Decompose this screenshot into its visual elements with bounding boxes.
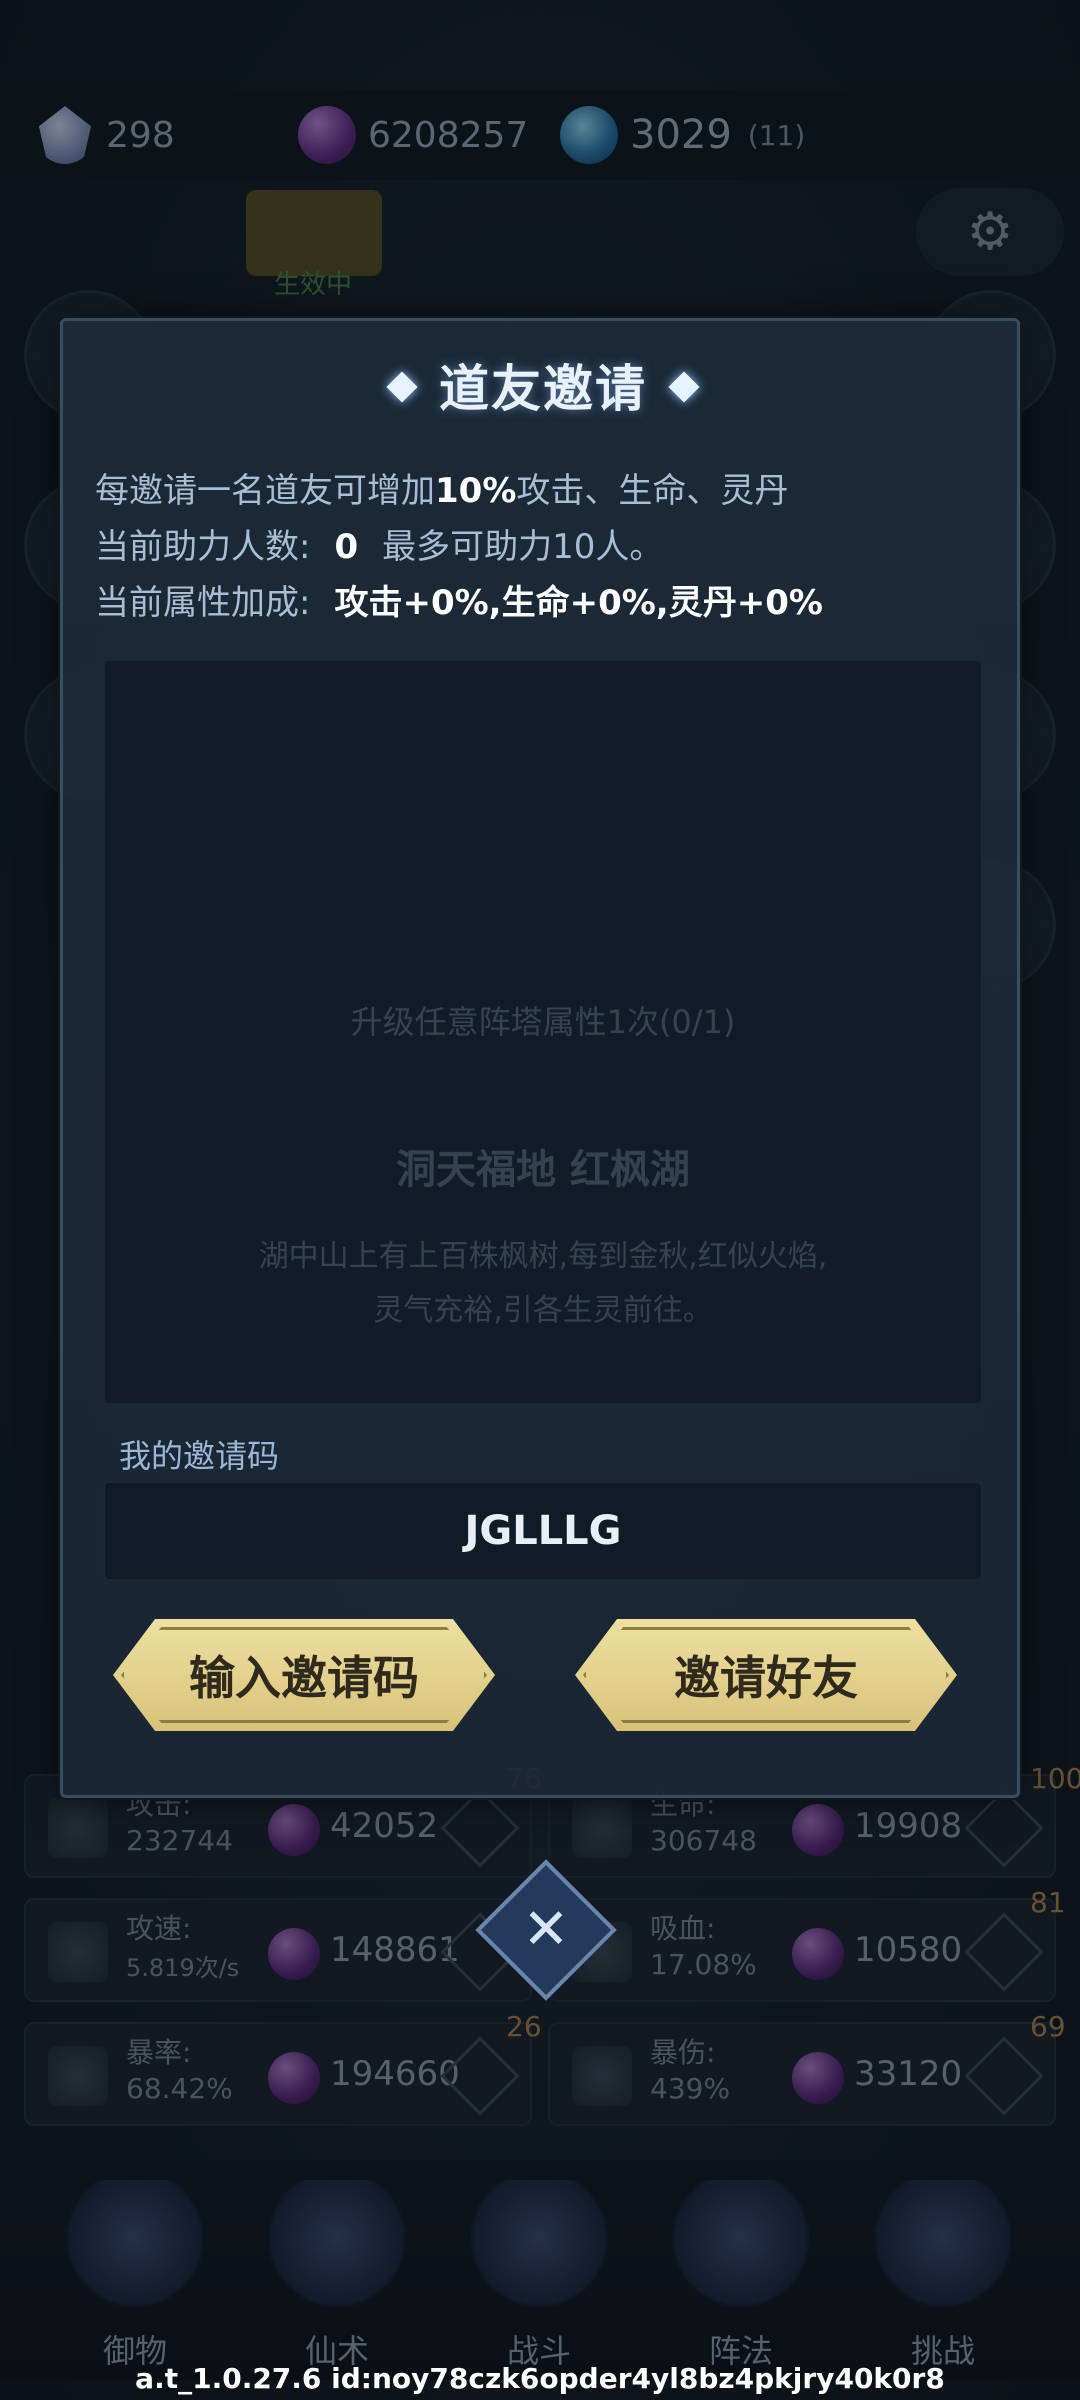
diamond-icon: [386, 370, 418, 403]
invite-content-panel: 升级任意阵塔属性1次(0/1) 洞天福地 红枫湖 湖中山上有上百株枫树,每到金秋…: [105, 661, 981, 1403]
current-bonus: 当前属性加成: 攻击+0%,生命+0%,灵丹+0%: [95, 583, 823, 623]
build-id-label: a.t_1.0.27.6 id:noy78czk6opder4yl8bz4pkj…: [135, 2362, 945, 2395]
invite-code-field[interactable]: JGLLLG: [103, 1481, 983, 1581]
invite-dialog: 道友邀请 每邀请一名道友可增加10%攻击、生命、灵丹 当前助力人数: 0 最多可助力…: [60, 318, 1020, 1798]
bonus-description: 每邀请一名道友可增加10%攻击、生命、灵丹: [95, 471, 789, 511]
invite-code-label: 我的邀请码: [119, 1437, 280, 1475]
helper-count: 当前助力人数: 0 最多可助力10人。: [95, 527, 664, 567]
close-icon[interactable]: ✕: [496, 1880, 596, 1980]
dialog-title: 道友邀请: [63, 349, 1023, 421]
enter-invite-code-button[interactable]: 输入邀请码: [113, 1619, 495, 1731]
invite-friend-button[interactable]: 邀请好友: [575, 1619, 957, 1731]
diamond-icon: [668, 370, 700, 403]
